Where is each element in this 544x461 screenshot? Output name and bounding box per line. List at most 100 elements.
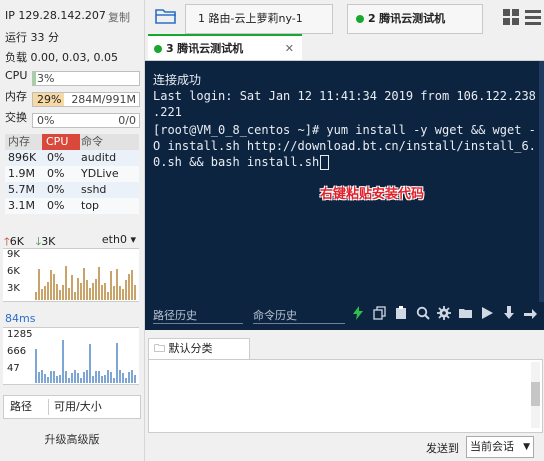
path-history-input[interactable]: 路径历史 bbox=[153, 307, 243, 324]
category-label: 默认分类 bbox=[168, 342, 213, 355]
reconnect-icon[interactable] bbox=[523, 306, 537, 320]
process-cmd: auditd bbox=[81, 151, 117, 164]
graph-bar bbox=[56, 376, 58, 383]
graph-bar bbox=[41, 289, 43, 300]
terminal-scrollbar[interactable] bbox=[539, 61, 544, 302]
terminal-line: Last login: Sat Jan 12 11:41:34 2019 fro… bbox=[153, 89, 536, 103]
command-list-scrollbar[interactable] bbox=[531, 362, 540, 428]
process-row[interactable]: 5.7M 0% sshd bbox=[5, 182, 139, 198]
mem-bar: 29% 284M/991M bbox=[32, 91, 140, 107]
graph-bar bbox=[35, 292, 37, 300]
tab-3-label: 腾讯云测试机 bbox=[177, 42, 244, 55]
command-list[interactable] bbox=[148, 359, 543, 433]
net-interface-select[interactable]: eth0 ▾ bbox=[102, 233, 136, 246]
folder-open-icon[interactable] bbox=[458, 306, 473, 320]
graph-bar bbox=[80, 283, 82, 300]
net-tick-3: 3K bbox=[7, 283, 20, 294]
gear-icon[interactable] bbox=[437, 306, 451, 320]
process-mem: 5.7M bbox=[8, 183, 35, 196]
graph-bar bbox=[128, 274, 130, 300]
command-history-input[interactable]: 命令历史 bbox=[253, 307, 345, 324]
graph-bar bbox=[62, 285, 64, 300]
graph-bar bbox=[83, 372, 85, 383]
terminal[interactable]: 连接成功 Last login: Sat Jan 12 11:41:34 2019… bbox=[145, 61, 544, 302]
process-row[interactable]: 3.1M 0% top bbox=[5, 198, 139, 214]
toolbar-icons bbox=[351, 306, 541, 324]
send-target-select[interactable]: 当前会话 ▼ bbox=[466, 436, 534, 458]
process-row[interactable]: 1.9M 0% YDLive bbox=[5, 166, 139, 182]
category-tab[interactable]: 🗀 默认分类 bbox=[148, 338, 250, 359]
tab-2-number: 2 bbox=[368, 12, 376, 25]
net-tick-2: 6K bbox=[7, 266, 20, 277]
graph-bar bbox=[74, 292, 76, 300]
net-down-value: 3K bbox=[41, 235, 56, 248]
process-cpu: 0% bbox=[47, 199, 65, 212]
terminal-output: 连接成功 Last login: Sat Jan 12 11:41:34 2019… bbox=[153, 72, 538, 170]
graph-bar bbox=[110, 372, 112, 383]
graph-bar bbox=[50, 371, 52, 383]
net-tick-1: 9K bbox=[7, 249, 20, 260]
close-icon[interactable]: ✕ bbox=[285, 36, 294, 62]
tab-bar: 1 路由-云上萝莉ny-1 2 腾讯云测试机 bbox=[145, 0, 544, 34]
cpu-bar: 3% bbox=[32, 70, 140, 86]
graph-bar bbox=[68, 288, 70, 300]
terminal-line: .221 bbox=[153, 105, 182, 119]
graph-bar bbox=[110, 271, 112, 300]
process-cmd: sshd bbox=[81, 183, 107, 196]
graph-bar bbox=[74, 370, 76, 383]
list-view-icon[interactable] bbox=[525, 9, 541, 25]
graph-bar bbox=[89, 344, 91, 383]
upgrade-link[interactable]: 升级高级版 bbox=[0, 431, 144, 447]
process-table-header: 内存 CPU 命令 bbox=[5, 134, 139, 150]
grid-view-icon[interactable] bbox=[503, 9, 519, 25]
tab-1[interactable]: 1 路由-云上萝莉ny-1 bbox=[185, 4, 333, 34]
graph-bar bbox=[83, 268, 85, 300]
col-cmd[interactable]: 命令 bbox=[81, 134, 103, 150]
col-cpu[interactable]: CPU bbox=[42, 134, 80, 150]
graph-bar bbox=[53, 274, 55, 300]
disk-col-path[interactable]: 路径 bbox=[10, 396, 32, 418]
process-mem: 1.9M bbox=[8, 167, 35, 180]
graph-bar bbox=[47, 377, 49, 383]
copy-ip-button[interactable]: 复制 bbox=[108, 9, 130, 25]
graph-bar bbox=[113, 378, 115, 383]
terminal-cursor bbox=[320, 155, 330, 170]
graph-bar bbox=[98, 371, 100, 383]
graph-bar bbox=[59, 375, 61, 383]
graph-bar bbox=[134, 285, 136, 300]
folder-icon[interactable] bbox=[155, 7, 177, 25]
status-dot-icon bbox=[154, 45, 162, 53]
graph-bar bbox=[86, 370, 88, 383]
play-icon[interactable] bbox=[480, 306, 494, 320]
lightning-icon[interactable] bbox=[351, 306, 365, 320]
folder-icon: 🗀 bbox=[154, 342, 165, 355]
uptime-text: 运行 33 分 bbox=[5, 31, 59, 44]
col-mem[interactable]: 内存 bbox=[8, 134, 30, 150]
latency-graph: 1285 666 47 bbox=[3, 327, 139, 385]
graph-bar bbox=[65, 371, 67, 383]
cpu-label: CPU bbox=[5, 69, 28, 82]
download-icon[interactable] bbox=[502, 306, 516, 320]
graph-bar bbox=[104, 375, 106, 383]
graph-bar bbox=[92, 376, 94, 383]
graph-bar bbox=[119, 370, 121, 383]
graph-bar bbox=[89, 288, 91, 300]
graph-bar bbox=[41, 370, 43, 383]
latency-label: 84ms bbox=[5, 312, 36, 325]
process-mem: 896K bbox=[8, 151, 37, 164]
graph-bar bbox=[107, 370, 109, 383]
graph-bar bbox=[101, 285, 103, 300]
graph-bar bbox=[101, 376, 103, 383]
graph-bar bbox=[77, 278, 79, 300]
tab-3-active[interactable]: 3 腾讯云测试机 ✕ bbox=[148, 34, 302, 60]
disk-col-size[interactable]: 可用/大小 bbox=[54, 396, 102, 418]
tab-2[interactable]: 2 腾讯云测试机 bbox=[347, 4, 483, 34]
latency-tick-3: 47 bbox=[7, 363, 20, 374]
graph-bar bbox=[59, 290, 61, 300]
copy-icon[interactable] bbox=[372, 306, 387, 320]
search-icon[interactable] bbox=[416, 306, 430, 320]
process-row[interactable]: 896K 0% auditd bbox=[5, 150, 139, 166]
paste-icon[interactable] bbox=[394, 306, 408, 320]
tab-1-label: 路由-云上萝莉ny-1 bbox=[208, 12, 303, 25]
swap-bar: 0% 0/0 bbox=[32, 112, 140, 128]
